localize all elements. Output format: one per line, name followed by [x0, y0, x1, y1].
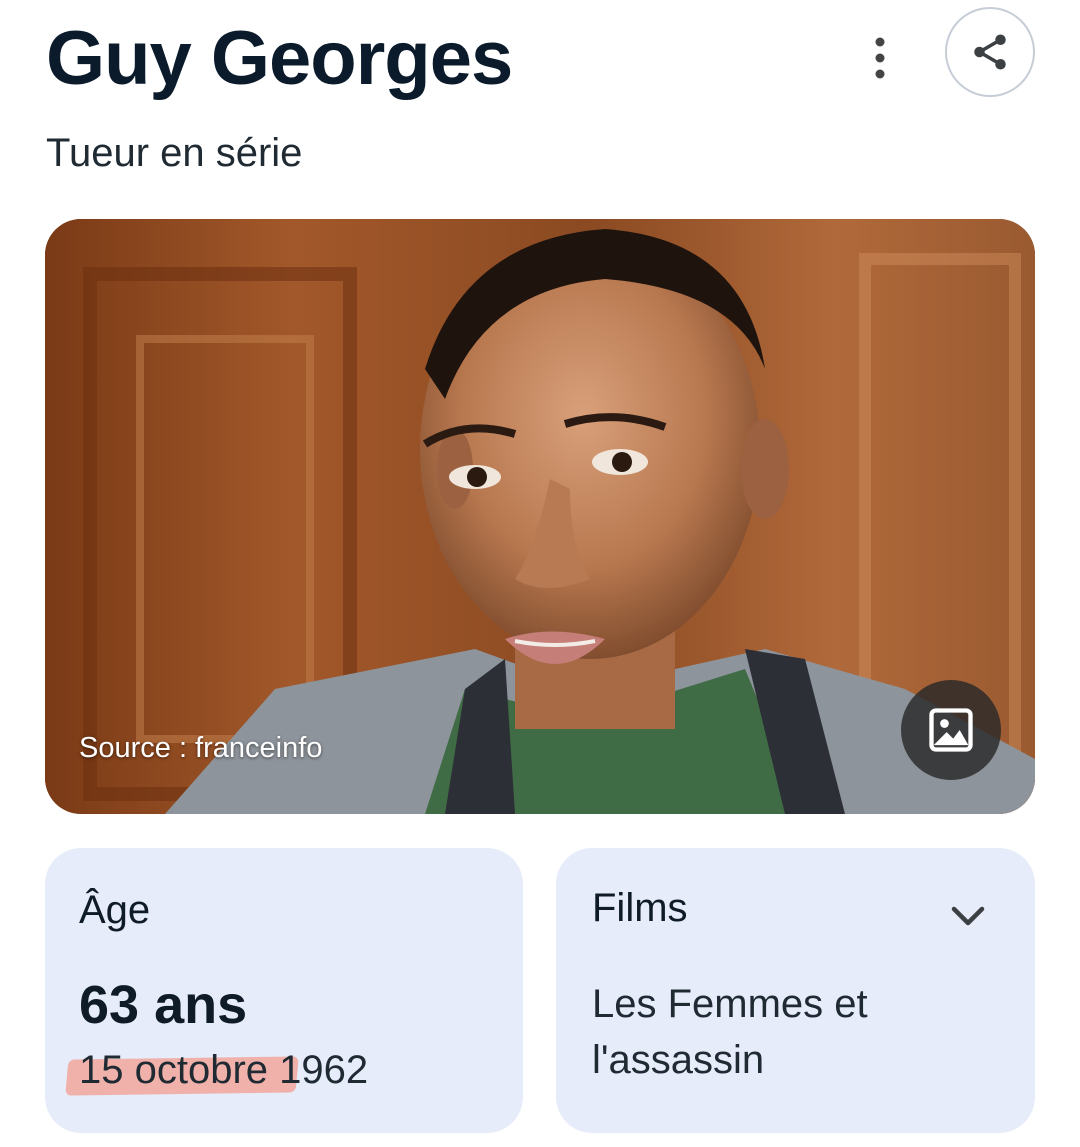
- age-label: Âge: [79, 888, 151, 932]
- films-card[interactable]: Films Les Femmes et l'assassin: [556, 848, 1035, 1133]
- share-icon: [974, 34, 1006, 70]
- film-title[interactable]: Les Femmes et l'assassin: [592, 976, 992, 1088]
- portrait-image: [45, 219, 1035, 814]
- birth-day-month: 15 octobre: [79, 1048, 269, 1092]
- page-title: Guy Georges: [46, 16, 513, 101]
- view-images-button[interactable]: [901, 680, 1001, 780]
- chevron-down-icon: [951, 906, 985, 926]
- more-options-button[interactable]: [860, 30, 900, 86]
- age-value: 63 ans: [79, 975, 248, 1035]
- person-photo[interactable]: Source : franceinfo: [45, 219, 1035, 814]
- image-icon: [929, 708, 973, 752]
- age-card: Âge 63 ans 15 octobre 1962: [45, 848, 523, 1133]
- page-subtitle: Tueur en série: [46, 131, 303, 175]
- share-button[interactable]: [945, 7, 1035, 97]
- birth-year: 1962: [268, 1048, 369, 1092]
- image-source-caption: Source : franceinfo: [79, 732, 323, 764]
- birth-date: 15 octobre 1962: [79, 1048, 368, 1093]
- expand-films-button[interactable]: [944, 896, 992, 936]
- films-label: Films: [592, 886, 688, 930]
- more-vert-icon: [875, 37, 885, 79]
